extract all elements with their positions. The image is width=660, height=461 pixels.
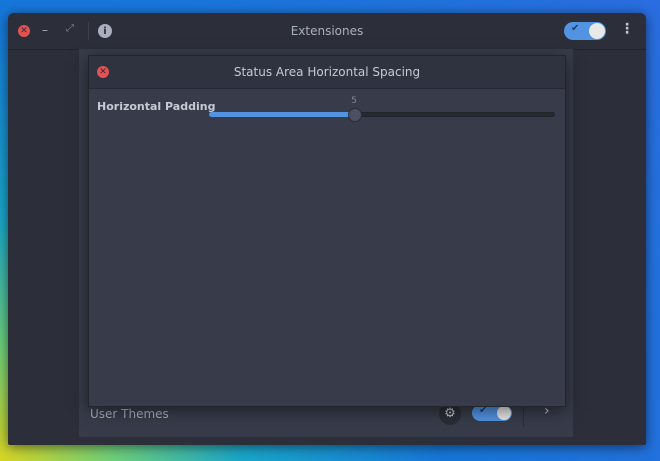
extensions-master-toggle[interactable]: ✔ [564, 22, 606, 40]
dialog-header: ✕ Status Area Horizontal Spacing [89, 56, 565, 89]
check-icon: ✔ [571, 23, 580, 34]
extension-toggle[interactable]: ✔ [472, 405, 512, 421]
title-bar: ✕ – ⤢ i Extensiones ✔ ⋮ [8, 13, 646, 50]
window-title: Extensiones [290, 24, 364, 38]
gear-icon: ⚙ [444, 406, 456, 421]
slider-handle[interactable] [348, 108, 362, 122]
horizontal-padding-label: Horizontal Padding [97, 100, 216, 113]
toggle-knob [497, 406, 511, 420]
extension-name: User Themes [90, 407, 169, 421]
slider-value: 5 [351, 96, 357, 106]
menu-button[interactable]: ⋮ [620, 21, 634, 37]
toggle-knob [589, 23, 605, 39]
dialog-title: Status Area Horizontal Spacing [233, 65, 421, 79]
slider-fill [209, 112, 354, 117]
kebab-menu-icon: ⋮ [620, 21, 634, 37]
prefs-dialog: ✕ Status Area Horizontal Spacing Horizon… [88, 55, 566, 407]
horizontal-padding-slider[interactable] [209, 108, 555, 122]
